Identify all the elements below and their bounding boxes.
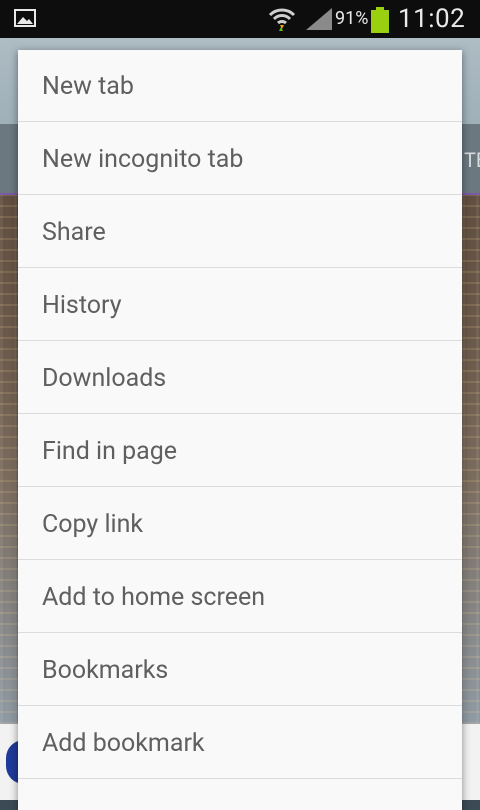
wifi-icon: [268, 8, 296, 31]
menu-item-downloads[interactable]: Downloads: [18, 342, 462, 414]
menu-item-label: History: [42, 291, 122, 320]
battery-percent: 91%: [335, 8, 369, 29]
menu-item-add-bookmark[interactable]: Add bookmark: [18, 707, 462, 779]
menu-item-bookmarks[interactable]: Bookmarks: [18, 634, 462, 706]
menu-item-label: New incognito tab: [42, 145, 244, 174]
image-notification-icon: [14, 9, 36, 27]
menu-item-label: Find in page: [42, 437, 178, 466]
signal-icon: [306, 8, 332, 30]
menu-item-find-in-page[interactable]: Find in page: [18, 415, 462, 487]
menu-item-history[interactable]: History: [18, 269, 462, 341]
menu-item-label: Add bookmark: [42, 729, 205, 758]
menu-item-new-tab[interactable]: New tab: [18, 50, 462, 122]
menu-item-label: Downloads: [42, 364, 167, 393]
menu-item-add-to-home-screen[interactable]: Add to home screen: [18, 561, 462, 633]
menu-item-label: Share: [42, 218, 106, 247]
clock: 11:02: [398, 4, 466, 34]
menu-item-new-incognito-tab[interactable]: New incognito tab: [18, 123, 462, 195]
menu-item-label: Bookmarks: [42, 656, 169, 685]
overflow-menu: New tab New incognito tab Share History …: [18, 50, 462, 810]
menu-item-share[interactable]: Share: [18, 196, 462, 268]
menu-item-label: Copy link: [42, 510, 144, 539]
menu-item-label: Add to home screen: [42, 583, 266, 612]
menu-item-label: New tab: [42, 72, 134, 101]
web-page-partial-text: TE: [464, 148, 480, 172]
status-bar: 91% 11:02: [0, 0, 480, 38]
menu-item-copy-link[interactable]: Copy link: [18, 488, 462, 560]
battery-icon: [371, 7, 389, 33]
